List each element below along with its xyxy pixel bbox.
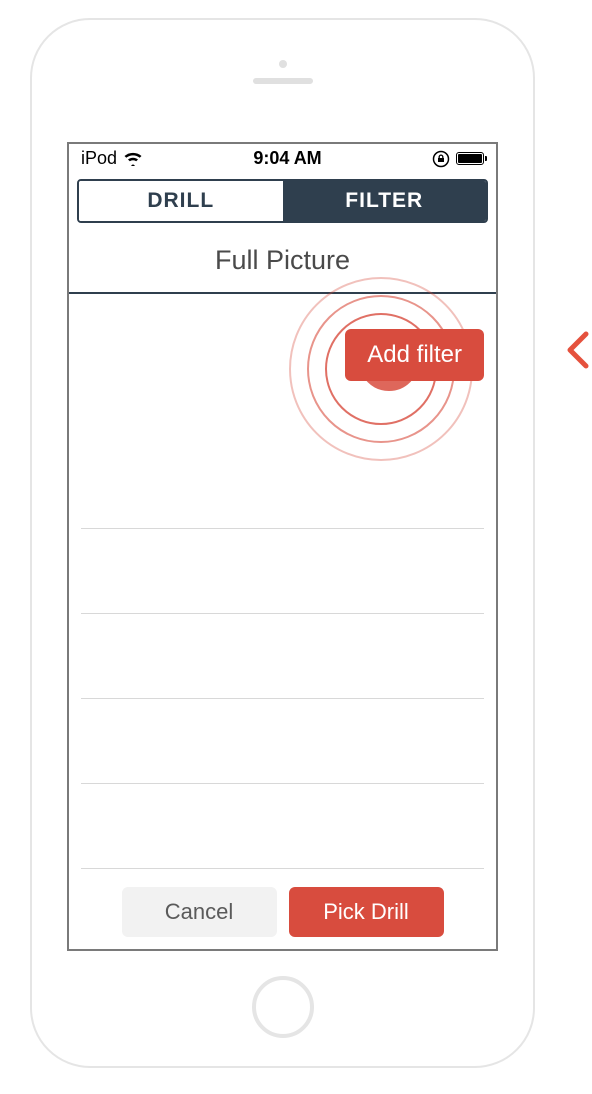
- status-right: [432, 150, 484, 168]
- battery-icon: [456, 152, 484, 165]
- page-title: Full Picture: [69, 245, 496, 276]
- add-filter-area: Add filter: [69, 294, 496, 444]
- add-filter-button[interactable]: Add filter: [345, 329, 484, 381]
- orientation-lock-icon: [432, 150, 450, 168]
- screen: iPod 9:04 AM DRILL FILTER Full Picture: [67, 142, 498, 951]
- segmented-control: DRILL FILTER: [77, 179, 488, 223]
- camera-dot: [279, 60, 287, 68]
- phone-frame: iPod 9:04 AM DRILL FILTER Full Picture: [30, 18, 535, 1068]
- filter-list: [69, 444, 496, 869]
- bottom-toolbar: Cancel Pick Drill: [69, 887, 496, 937]
- list-row[interactable]: [81, 784, 484, 869]
- clock-label: 9:04 AM: [253, 148, 321, 169]
- list-row[interactable]: [81, 699, 484, 784]
- home-button[interactable]: [252, 976, 314, 1038]
- speaker-grille: [253, 78, 313, 84]
- cancel-button[interactable]: Cancel: [122, 887, 277, 937]
- list-row[interactable]: [81, 444, 484, 529]
- status-left: iPod: [81, 148, 143, 169]
- tab-filter[interactable]: FILTER: [283, 181, 487, 221]
- wifi-icon: [123, 151, 143, 166]
- chevron-left-icon[interactable]: [564, 330, 592, 375]
- pick-drill-button[interactable]: Pick Drill: [289, 887, 444, 937]
- list-row[interactable]: [81, 529, 484, 614]
- status-bar: iPod 9:04 AM: [69, 144, 496, 175]
- battery-fill: [458, 154, 482, 163]
- list-row[interactable]: [81, 614, 484, 699]
- carrier-label: iPod: [81, 148, 117, 169]
- tab-drill[interactable]: DRILL: [79, 181, 283, 221]
